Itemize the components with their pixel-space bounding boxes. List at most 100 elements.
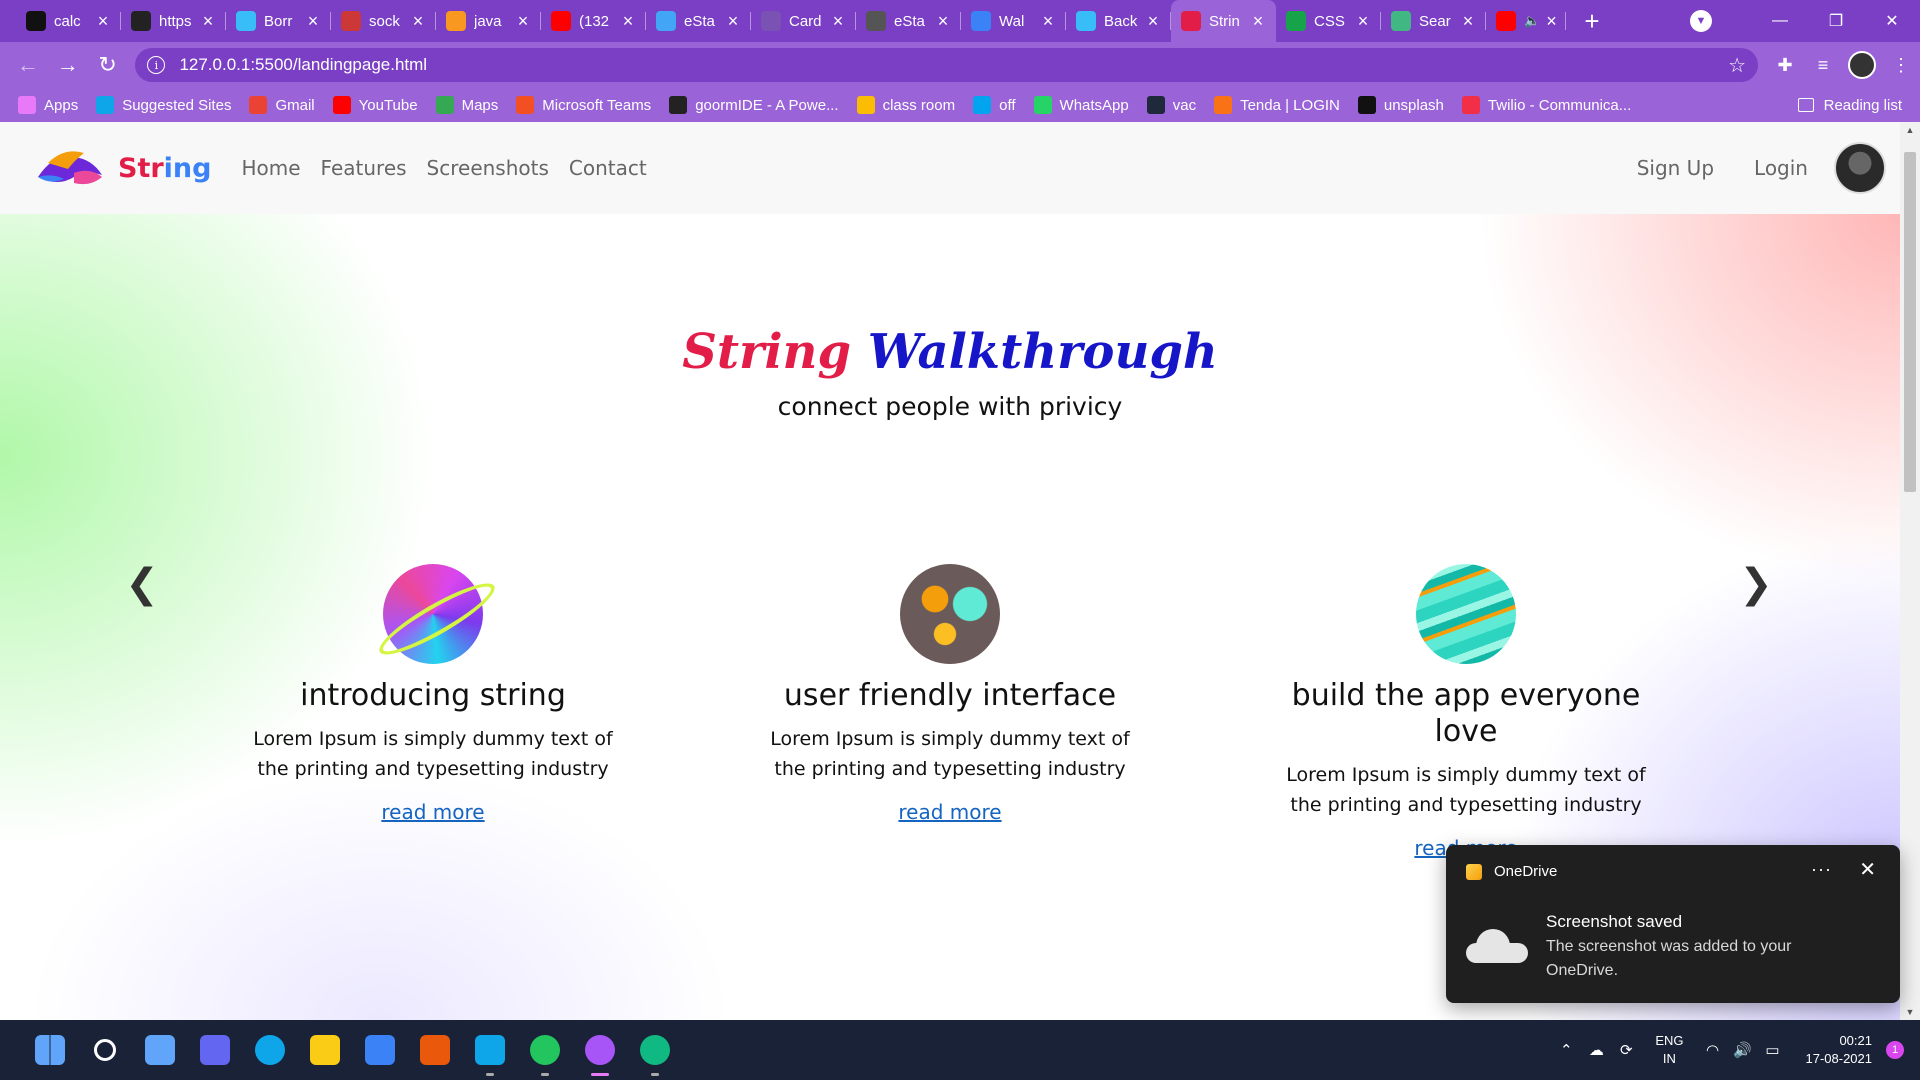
bookmark-item[interactable]: unsplash: [1357, 96, 1444, 114]
taskbar-app-office[interactable]: [407, 1020, 462, 1080]
tab-close-icon[interactable]: ×: [1460, 12, 1476, 30]
url-text[interactable]: 127.0.0.1:5500/landingpage.html: [179, 55, 427, 75]
browser-tab[interactable]: Wal ×: [961, 0, 1066, 42]
bookmark-item[interactable]: Tenda | LOGIN: [1214, 96, 1340, 114]
tab-close-icon[interactable]: ×: [515, 12, 531, 30]
browser-tab[interactable]: Back ×: [1066, 0, 1171, 42]
read-more-link[interactable]: read more: [898, 800, 1001, 824]
nav-home[interactable]: Home: [241, 156, 300, 180]
bookmark-item[interactable]: Twilio - Communica...: [1461, 96, 1631, 114]
bookmark-item[interactable]: Apps: [18, 96, 78, 114]
language-indicator[interactable]: ENG IN: [1655, 1032, 1683, 1068]
forward-button[interactable]: →: [48, 45, 88, 85]
back-button[interactable]: ←: [8, 45, 48, 85]
sync-icon[interactable]: ⟳: [1611, 1035, 1641, 1065]
taskbar-app-teams-chat[interactable]: [187, 1020, 242, 1080]
bookmark-item[interactable]: Microsoft Teams: [516, 96, 651, 114]
tab-close-icon[interactable]: ×: [410, 12, 426, 30]
audio-playing-icon[interactable]: 🔈: [1524, 13, 1540, 29]
tab-close-icon[interactable]: ×: [1250, 12, 1266, 30]
minimize-button[interactable]: —: [1752, 0, 1808, 42]
carousel-prev-icon[interactable]: ❮: [122, 559, 162, 609]
browser-tab[interactable]: Card ×: [751, 0, 856, 42]
browser-tab[interactable]: eSta ×: [856, 0, 961, 42]
onedrive-tray-icon[interactable]: ☁: [1581, 1035, 1611, 1065]
brand-name[interactable]: String: [118, 153, 211, 184]
browser-tab[interactable]: sock ×: [331, 0, 436, 42]
bookmark-item[interactable]: class room: [856, 96, 955, 114]
carousel-next-icon[interactable]: ❯: [1736, 559, 1776, 609]
site-info-icon[interactable]: i: [147, 56, 166, 74]
volume-icon[interactable]: 🔊: [1728, 1035, 1758, 1065]
profile-avatar[interactable]: [1848, 51, 1876, 79]
browser-tab[interactable]: Sear ×: [1381, 0, 1486, 42]
wifi-icon[interactable]: ◠: [1698, 1035, 1728, 1065]
tab-close-icon[interactable]: ×: [1355, 12, 1371, 30]
taskbar-app-start[interactable]: [22, 1020, 77, 1080]
tab-close-icon[interactable]: ×: [725, 12, 741, 30]
browser-tab[interactable]: Borr ×: [226, 0, 331, 42]
tab-close-icon[interactable]: ×: [620, 12, 636, 30]
browser-tab[interactable]: Strin ×: [1171, 0, 1276, 42]
scroll-down-icon[interactable]: ▼: [1900, 1004, 1920, 1020]
browser-tab[interactable]: 🔈 ×: [1486, 0, 1566, 42]
taskbar-app-vscode[interactable]: [462, 1020, 517, 1080]
user-avatar[interactable]: [1834, 142, 1886, 194]
tab-close-icon[interactable]: ×: [1040, 12, 1056, 30]
onedrive-notification[interactable]: OneDrive ··· ✕ Screenshot saved The scre…: [1446, 845, 1900, 1003]
tab-close-icon[interactable]: ×: [830, 12, 846, 30]
media-control-icon[interactable]: ≡: [1804, 45, 1842, 85]
scroll-up-icon[interactable]: ▲: [1900, 122, 1920, 138]
taskbar-app-chrome[interactable]: [517, 1020, 572, 1080]
extensions-icon[interactable]: ✚: [1766, 45, 1804, 85]
scrollbar-thumb[interactable]: [1904, 152, 1916, 492]
page-scrollbar[interactable]: ▲ ▼: [1900, 122, 1920, 1020]
browser-tab[interactable]: java ×: [436, 0, 541, 42]
signup-link[interactable]: Sign Up: [1637, 156, 1714, 180]
bookmark-item[interactable]: goormIDE - A Powe...: [669, 96, 839, 114]
bookmark-item[interactable]: Maps: [435, 96, 498, 114]
restore-button[interactable]: ❐: [1808, 0, 1864, 42]
login-link[interactable]: Login: [1754, 156, 1808, 180]
taskbar-app-chrome-profile[interactable]: [572, 1020, 627, 1080]
tab-search-icon[interactable]: ▼: [1690, 10, 1712, 32]
tab-close-icon[interactable]: ×: [95, 12, 111, 30]
close-window-button[interactable]: ✕: [1864, 0, 1920, 42]
toast-close-icon[interactable]: ✕: [1859, 857, 1876, 882]
browser-tab[interactable]: CSS ×: [1276, 0, 1381, 42]
address-bar[interactable]: i 127.0.0.1:5500/landingpage.html ☆: [135, 48, 1758, 82]
menu-icon[interactable]: ⋮: [1882, 45, 1920, 85]
browser-tab[interactable]: calc ×: [16, 0, 121, 42]
read-more-link[interactable]: read more: [381, 800, 484, 824]
battery-icon[interactable]: ▭: [1758, 1035, 1788, 1065]
taskbar-app-task-view[interactable]: [132, 1020, 187, 1080]
toast-more-icon[interactable]: ···: [1811, 859, 1832, 880]
tab-close-icon[interactable]: ×: [935, 12, 951, 30]
bookmark-star-icon[interactable]: ☆: [1728, 53, 1746, 78]
bookmark-item[interactable]: vac: [1146, 96, 1196, 114]
taskbar-app-search[interactable]: [77, 1020, 132, 1080]
browser-tab[interactable]: https ×: [121, 0, 226, 42]
nav-features[interactable]: Features: [321, 156, 407, 180]
reload-button[interactable]: ↻: [88, 45, 128, 85]
bookmark-item[interactable]: Gmail: [249, 96, 315, 114]
tab-close-icon[interactable]: ×: [1145, 12, 1161, 30]
tab-close-icon[interactable]: ×: [1546, 12, 1557, 30]
tab-close-icon[interactable]: ×: [200, 12, 216, 30]
notification-badge[interactable]: 1: [1886, 1041, 1904, 1059]
taskbar-app-mail[interactable]: [352, 1020, 407, 1080]
string-logo-icon[interactable]: [34, 143, 106, 193]
new-tab-button[interactable]: +: [1572, 0, 1612, 42]
bookmark-item[interactable]: WhatsApp: [1033, 96, 1129, 114]
browser-tab[interactable]: eSta ×: [646, 0, 751, 42]
bookmark-item[interactable]: YouTube: [332, 96, 418, 114]
browser-tab[interactable]: (132 ×: [541, 0, 646, 42]
reading-list-button[interactable]: Reading list: [1797, 97, 1902, 114]
taskbar-app-edge[interactable]: [242, 1020, 297, 1080]
clock[interactable]: 00:21 17-08-2021: [1806, 1032, 1873, 1068]
taskbar-app-chrome-canary[interactable]: [627, 1020, 682, 1080]
nav-screenshots[interactable]: Screenshots: [427, 156, 549, 180]
tab-close-icon[interactable]: ×: [305, 12, 321, 30]
tray-overflow-icon[interactable]: ⌃: [1551, 1035, 1581, 1065]
nav-contact[interactable]: Contact: [569, 156, 647, 180]
